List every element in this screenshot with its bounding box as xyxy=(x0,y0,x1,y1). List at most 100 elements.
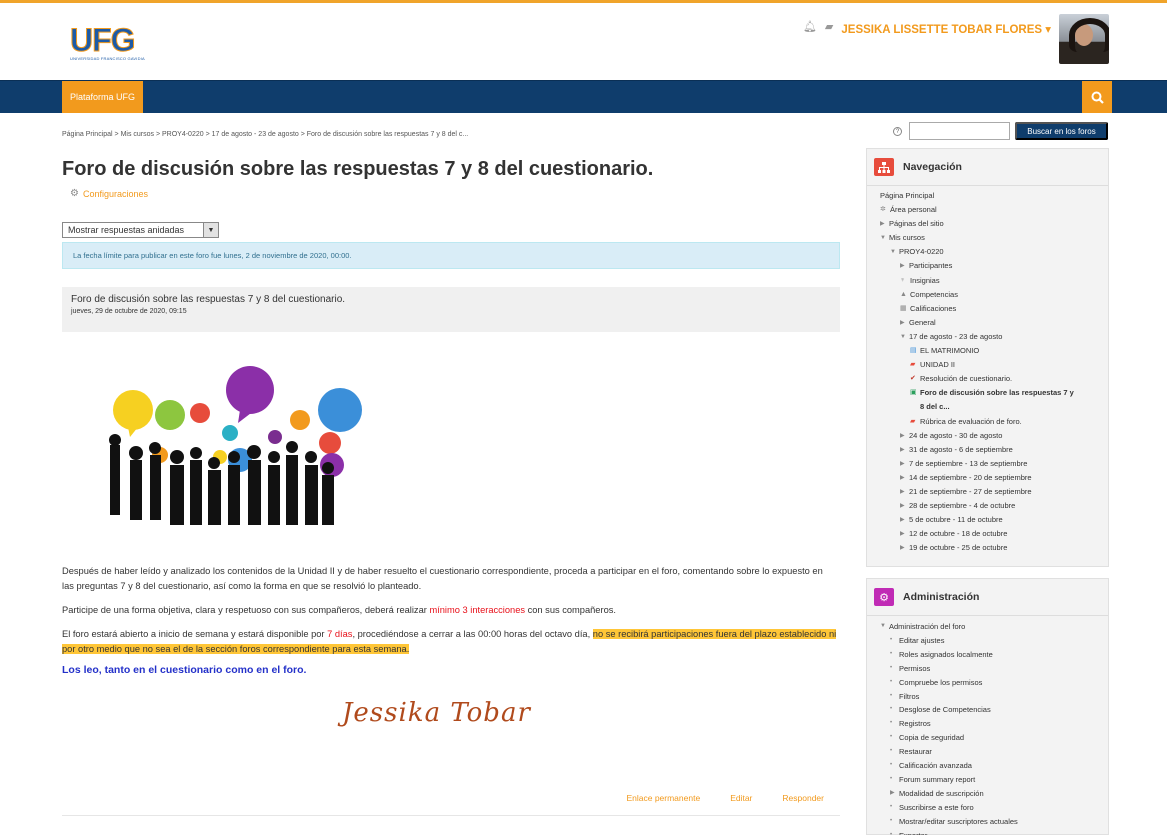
navigation-label: 17 de agosto - 23 de agosto xyxy=(909,331,1003,341)
navigation-item[interactable]: ▶ 28 de septiembre - 4 de octubre xyxy=(880,499,1074,513)
notifications-icon[interactable]: 🔔︎ xyxy=(803,20,817,33)
collapsed-icon: ▶ xyxy=(900,446,905,453)
post-paragraph-3: El foro estará abierto a inicio de seman… xyxy=(62,629,837,654)
collapsed-icon: ▶ xyxy=(900,319,905,326)
activity-icon: ▰ xyxy=(910,361,916,369)
administration-label: Compruebe los permisos xyxy=(899,677,983,687)
collapsed-icon: ▶ xyxy=(900,432,905,439)
administration-item[interactable]: • Calificación avanzada xyxy=(880,759,1018,773)
navigation-item[interactable]: ▼ Mis cursos xyxy=(880,231,1074,245)
user-menu[interactable]: 🔔︎ ▰ JESSIKA LISSETTE TOBAR FLORES ▾ xyxy=(803,14,1109,66)
navigation-item[interactable]: ▶ General xyxy=(880,316,1074,330)
collapsed-icon: ▶ xyxy=(900,531,905,538)
navigation-item[interactable]: ▶ Páginas del sitio xyxy=(880,217,1074,231)
post-subject: Foro de discusión sobre las respuestas 7… xyxy=(71,294,346,305)
nav-item-plataforma[interactable]: Plataforma UFG xyxy=(62,81,144,113)
activity-icon: ▦ xyxy=(900,304,907,312)
navigation-item[interactable]: ▰ Rúbrica de evaluación de foro. xyxy=(880,415,1074,429)
administration-item[interactable]: • Permisos xyxy=(880,662,1018,676)
navigation-title: Navegación xyxy=(903,161,962,173)
collapsed-icon: ▶ xyxy=(900,460,905,467)
administration-item[interactable]: • Forum summary report xyxy=(880,773,1018,787)
navigation-item[interactable]: ▶ 5 de octubre - 11 de octubre xyxy=(880,513,1074,527)
administration-label: Roles asignados localmente xyxy=(899,649,993,659)
navigation-item[interactable]: ▦ Calificaciones xyxy=(880,302,1074,316)
sitemap-icon xyxy=(874,158,894,176)
gear-icon: ⚙ xyxy=(70,188,79,199)
bullet-icon: • xyxy=(890,762,893,769)
activity-icon: ▰ xyxy=(910,417,916,425)
navigation-item[interactable]: ▶ 31 de agosto - 6 de septiembre xyxy=(880,443,1074,457)
permalink-link[interactable]: Enlace permanente xyxy=(626,793,700,803)
navigation-label: 21 de septiembre - 27 de septiembre xyxy=(909,486,1032,496)
navigation-item[interactable]: ▶ 24 de agosto - 30 de agosto xyxy=(880,429,1074,443)
logo-subtitle: UNIVERSIDAD FRANCISCO GAVIDIA xyxy=(70,56,145,61)
collapsed-icon: ▶ xyxy=(900,488,905,495)
bullet-icon: • xyxy=(890,664,893,671)
administration-item[interactable]: • Suscribirse a este foro xyxy=(880,801,1018,815)
administration-label: Desglose de Competencias xyxy=(899,705,991,715)
help-icon[interactable]: ? xyxy=(893,127,902,136)
navigation-item[interactable]: ▶ Participantes xyxy=(880,259,1074,273)
expanded-icon: ▼ xyxy=(890,249,896,256)
administration-item[interactable]: • Restaurar xyxy=(880,745,1018,759)
breadcrumb[interactable]: Página Principal > Mis cursos > PROY4-02… xyxy=(62,131,468,138)
administration-item[interactable]: • Editar ajustes xyxy=(880,634,1018,648)
bullet-icon: • xyxy=(890,831,893,835)
chevron-down-icon[interactable]: ▼ xyxy=(203,223,218,237)
search-icon[interactable] xyxy=(1082,81,1112,113)
navigation-item[interactable]: ✔ Resolución de cuestionario. xyxy=(880,372,1074,386)
administration-block-header[interactable]: ⚙ Administración xyxy=(867,579,1108,616)
administration-label: Modalidad de suscripción xyxy=(899,788,984,798)
messages-icon[interactable]: ▰ xyxy=(825,20,833,33)
navigation-label: Páginas del sitio xyxy=(889,219,944,229)
display-mode-select[interactable]: Mostrar respuestas anidadas ▼ xyxy=(62,222,219,238)
administration-item[interactable]: • Mostrar/editar suscriptores actuales xyxy=(880,815,1018,829)
avatar[interactable] xyxy=(1059,14,1109,64)
navigation-item[interactable]: Página Principal xyxy=(880,189,1074,203)
navigation-label: Competencias xyxy=(910,289,958,299)
navigation-label: Foro de discusión sobre las respuestas 7… xyxy=(920,388,1074,398)
edit-link[interactable]: Editar xyxy=(730,793,752,803)
navigation-item[interactable]: ▶ 12 de octubre - 18 de octubre xyxy=(880,527,1074,541)
navigation-label: 14 de septiembre - 20 de septiembre xyxy=(909,472,1032,482)
navigation-block-header[interactable]: Navegación xyxy=(867,149,1108,186)
navigation-item[interactable]: ✲ Área personal xyxy=(880,203,1074,217)
navigation-item[interactable]: ▶ 19 de octubre - 25 de octubre xyxy=(880,541,1074,555)
navigation-item[interactable]: ▼ PROY4-0220 xyxy=(880,245,1074,259)
settings-link[interactable]: ⚙ Configuraciones xyxy=(70,188,148,199)
navigation-item[interactable]: ▰ UNIDAD II xyxy=(880,358,1074,372)
administration-item[interactable]: ▼ Administración del foro xyxy=(880,620,1018,634)
navigation-item[interactable]: ▲ Competencias xyxy=(880,288,1074,302)
user-name[interactable]: JESSIKA LISSETTE TOBAR FLORES ▾ xyxy=(841,22,1051,36)
logo-text: UFG xyxy=(70,22,137,58)
site-logo[interactable]: UFG UNIVERSIDAD FRANCISCO GAVIDIA xyxy=(70,24,160,64)
settings-label: Configuraciones xyxy=(82,188,149,199)
administration-item[interactable]: • Roles asignados localmente xyxy=(880,648,1018,662)
discussion-illustration xyxy=(109,366,362,525)
navigation-item[interactable]: ▶ 14 de septiembre - 20 de septiembre xyxy=(880,471,1074,485)
reply-link[interactable]: Responder xyxy=(782,793,824,803)
bullet-icon: • xyxy=(890,706,893,713)
people-silhouettes xyxy=(109,434,334,525)
forum-search-button[interactable]: Buscar en los foros xyxy=(1015,122,1108,140)
administration-item[interactable]: • Registros xyxy=(880,717,1018,731)
navigation-item[interactable]: ♆ Insignias xyxy=(880,274,1074,288)
administration-label: Administración del foro xyxy=(889,622,966,631)
administration-item[interactable]: • Copia de seguridad xyxy=(880,731,1018,745)
administration-item[interactable]: • Exportar xyxy=(880,829,1018,835)
administration-item[interactable]: • Desglose de Competencias xyxy=(880,703,1018,717)
forum-search-input[interactable] xyxy=(909,122,1010,140)
navigation-item[interactable]: ▶ 7 de septiembre - 13 de septiembre xyxy=(880,457,1074,471)
navigation-item[interactable]: ▼ 17 de agosto - 23 de agosto xyxy=(880,330,1074,344)
navigation-item[interactable]: ▤ EL MATRIMONIO xyxy=(880,344,1074,358)
administration-item[interactable]: • Compruebe los permisos xyxy=(880,676,1018,690)
navigation-item[interactable]: 8 del c... xyxy=(880,400,1074,414)
navigation-item[interactable]: ▣ Foro de discusión sobre las respuestas … xyxy=(880,386,1074,400)
collapsed-icon: ▶ xyxy=(900,545,905,552)
activity-icon: ♆ xyxy=(900,276,906,284)
activity-icon: ▲ xyxy=(900,290,907,298)
administration-item[interactable]: • Filtros xyxy=(880,690,1018,704)
navigation-item[interactable]: ▶ 21 de septiembre - 27 de septiembre xyxy=(880,485,1074,499)
administration-item[interactable]: ▶ Modalidad de suscripción xyxy=(880,787,1018,801)
